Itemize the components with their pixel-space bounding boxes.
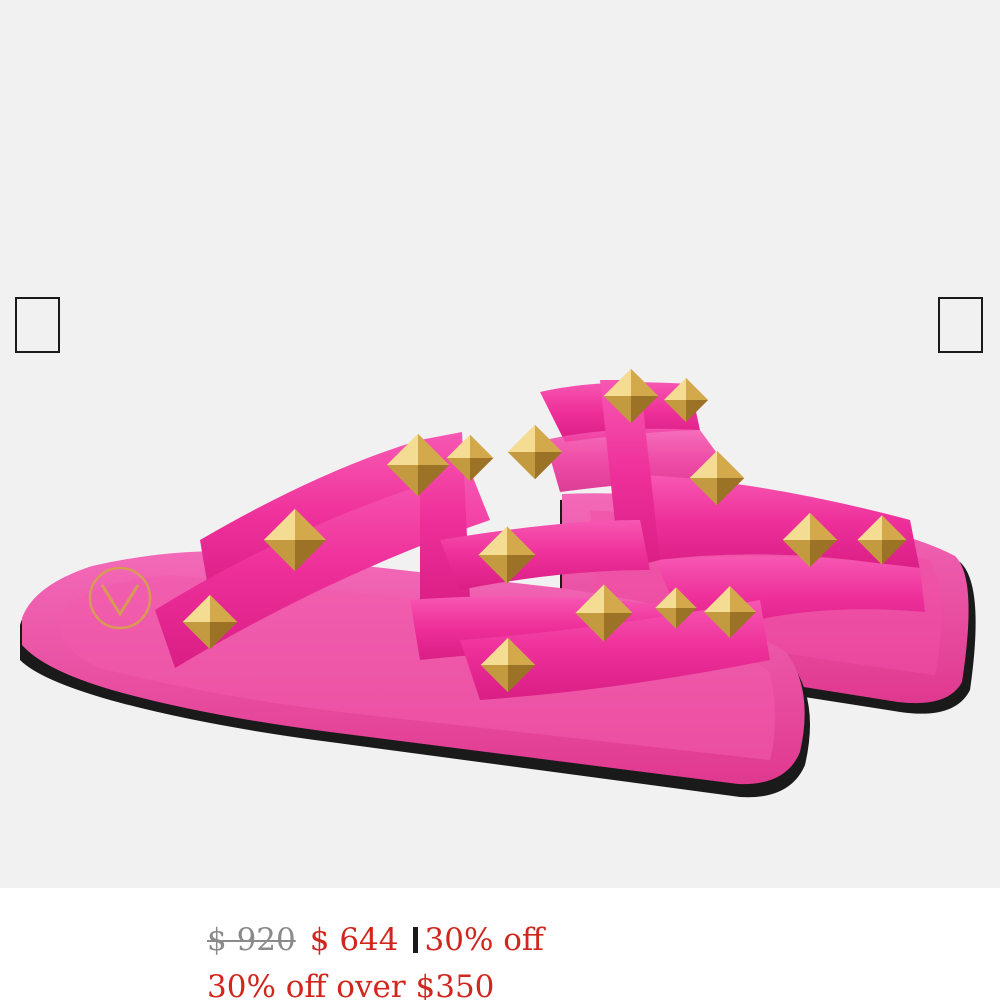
empty-square-icon [940,299,981,351]
discount-label: 30% off [424,922,544,958]
previous-image-button[interactable] [15,297,60,353]
price-line: $ 920 $ 644 30% off [207,920,967,960]
product-page: $ 920 $ 644 30% off 30% off over $350 [0,0,1000,1000]
price-block: $ 920 $ 644 30% off 30% off over $350 [207,920,967,1000]
next-image-button[interactable] [938,297,983,353]
price-separator [412,927,418,953]
empty-square-icon [17,299,58,351]
product-image [20,368,976,798]
product-image-gallery[interactable] [0,0,1000,888]
promo-text: 30% off over $350 [207,969,495,1000]
sale-price: $ 644 [309,922,399,958]
original-price: $ 920 [207,922,296,958]
